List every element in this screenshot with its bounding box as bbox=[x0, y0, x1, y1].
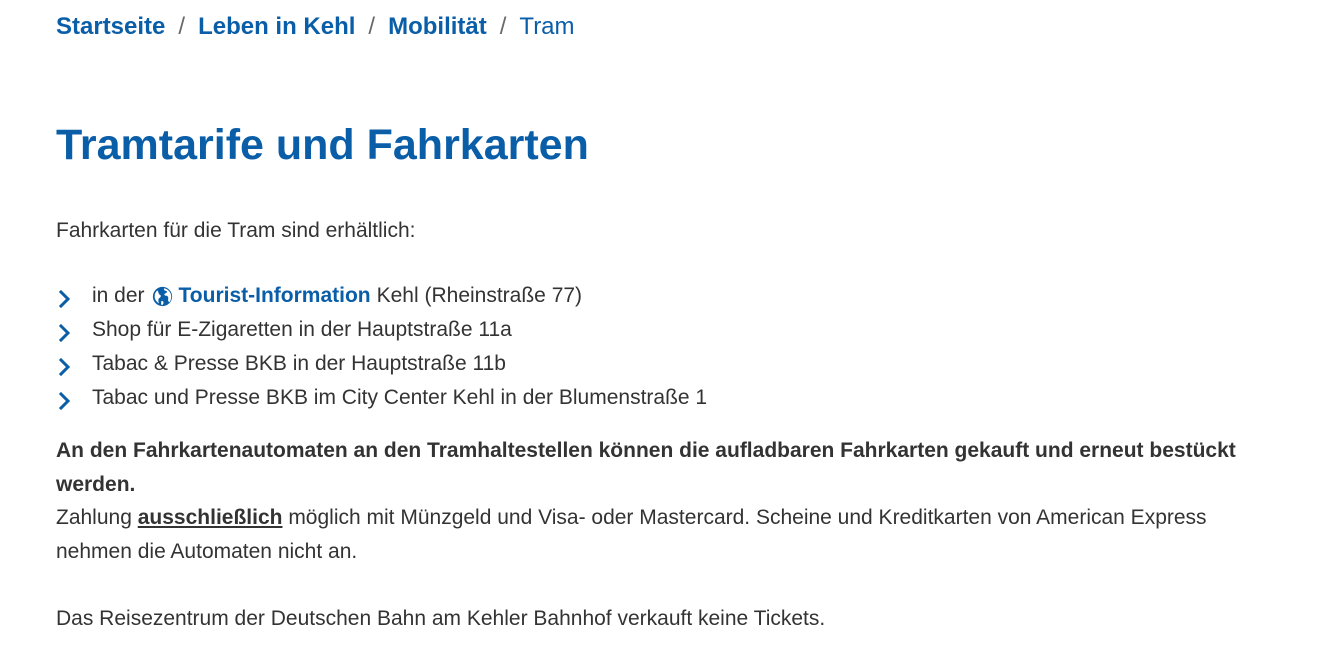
list-item-text: Tabac und Presse BKB im City Center Kehl… bbox=[92, 386, 708, 409]
breadcrumb-link-home[interactable]: Startseite bbox=[56, 12, 165, 42]
breadcrumb-separator: / bbox=[368, 13, 376, 40]
list-item-text: Shop für E-Zigaretten in der Hauptstraße… bbox=[92, 318, 512, 341]
breadcrumb-separator: / bbox=[499, 13, 507, 40]
list-item-text: Tabac & Presse BKB in der Hauptstraße 11… bbox=[92, 352, 506, 375]
chevron-right-icon bbox=[58, 357, 71, 377]
chevron-right-icon bbox=[58, 323, 71, 343]
store-list: in der Tourist-Information Kehl (Rheinst… bbox=[56, 279, 707, 415]
breadcrumb-separator: / bbox=[178, 13, 186, 40]
list-item: Shop für E-Zigaretten in der Hauptstraße… bbox=[56, 313, 707, 347]
page-title: Tramtarife und Fahrkarten bbox=[56, 121, 589, 169]
breadcrumb-link-mobilitaet[interactable]: Mobilität bbox=[388, 12, 487, 42]
list-item: Tabac & Presse BKB in der Hauptstraße 11… bbox=[56, 347, 707, 381]
payment-prefix: Zahlung bbox=[56, 506, 132, 529]
breadcrumb-current: Tram bbox=[519, 13, 575, 40]
chevron-right-icon bbox=[58, 391, 71, 411]
list-item: in der Tourist-Information Kehl (Rheinst… bbox=[56, 279, 707, 313]
db-note: Das Reisezentrum der Deutschen Bahn am K… bbox=[56, 607, 826, 630]
breadcrumb: Startseite / Leben in Kehl / Mobilität /… bbox=[56, 12, 575, 42]
tourist-information-link[interactable]: Tourist-Information bbox=[179, 284, 371, 308]
globe-icon bbox=[152, 286, 172, 306]
ticket-machine-info: An den Fahrkartenautomaten an den Tramha… bbox=[56, 434, 1236, 568]
chevron-right-icon bbox=[58, 289, 71, 309]
intro-text: Fahrkarten für die Tram sind erhältlich: bbox=[56, 219, 416, 242]
breadcrumb-link-leben-in-kehl[interactable]: Leben in Kehl bbox=[198, 12, 355, 42]
list-item: Tabac und Presse BKB im City Center Kehl… bbox=[56, 381, 707, 415]
ticket-machine-heading: An den Fahrkartenautomaten an den Tramha… bbox=[56, 439, 1236, 496]
list-item-prefix: in der bbox=[92, 284, 145, 307]
list-item-suffix: Kehl (Rheinstraße 77) bbox=[376, 284, 583, 307]
payment-emphasis: ausschließlich bbox=[137, 506, 283, 529]
